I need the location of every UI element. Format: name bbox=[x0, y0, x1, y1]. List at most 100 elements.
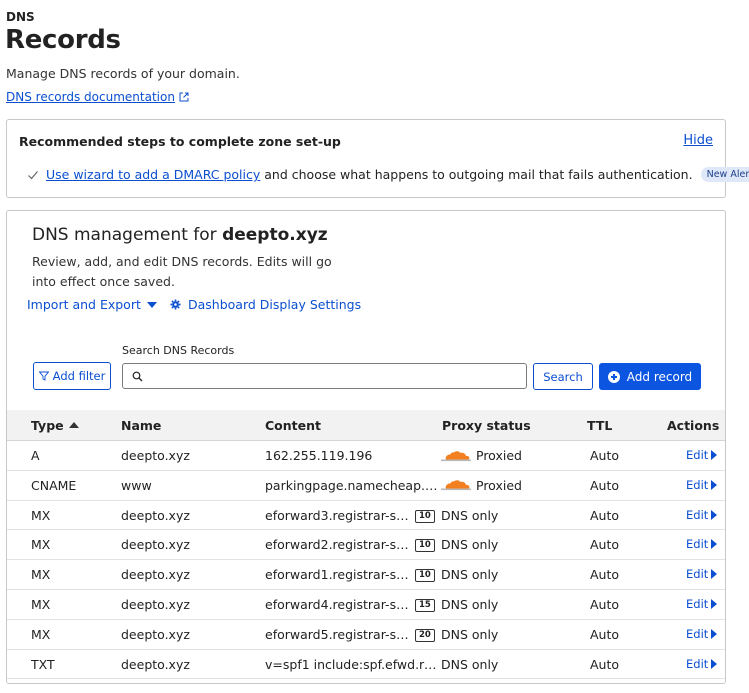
record-type: MX bbox=[31, 596, 51, 612]
proxy-status-label: DNS only bbox=[441, 567, 499, 583]
add-record-button[interactable]: Add record bbox=[599, 363, 701, 390]
column-type[interactable]: Type bbox=[31, 418, 79, 433]
record-priority: 20 bbox=[415, 628, 435, 642]
record-content: 162.255.119.196 bbox=[265, 448, 373, 463]
search-input[interactable] bbox=[149, 369, 526, 383]
page-subtitle: Manage DNS records of your domain. bbox=[6, 66, 240, 81]
column-name: Name bbox=[121, 418, 162, 433]
edit-record-button[interactable]: Edit bbox=[686, 567, 718, 582]
dmarc-wizard-link[interactable]: Use wizard to add a DMARC policy bbox=[46, 167, 260, 182]
edit-record-button[interactable]: Edit bbox=[686, 478, 718, 492]
table-row: MX deepto.xyz eforward1.registrar-ser... 10… bbox=[7, 560, 725, 590]
column-actions: Actions bbox=[667, 418, 720, 433]
edit-label: Edit bbox=[686, 596, 709, 611]
import-export-label: Import and Export bbox=[27, 297, 141, 312]
proxy-status-label: DNS only bbox=[441, 537, 499, 553]
management-domain: deepto.xyz bbox=[222, 225, 328, 245]
dns-docs-link[interactable]: DNS records documentation bbox=[6, 90, 189, 104]
search-button[interactable]: Search bbox=[533, 363, 593, 390]
proxy-status-label: Proxied bbox=[476, 448, 522, 463]
record-content: parkingpage.namecheap.com bbox=[265, 477, 441, 493]
steps-title: Recommended steps to complete zone set-u… bbox=[19, 134, 341, 149]
proxy-status: DNS only bbox=[441, 537, 498, 552]
table-row: Adeepto.xyz 162.255.119.196 Proxied Auto Edi… bbox=[7, 441, 725, 471]
record-type: CNAME bbox=[31, 477, 77, 493]
sort-ascending-icon bbox=[68, 422, 79, 428]
step-item: Use wizard to add a DMARC policy and cho… bbox=[27, 167, 749, 182]
proxied-cloud-icon bbox=[441, 450, 471, 461]
column-ttl: TTL bbox=[587, 418, 613, 433]
edit-record-button[interactable]: Edit bbox=[686, 537, 718, 552]
proxy-status: DNS only bbox=[441, 508, 498, 523]
new-alert-badge: New Alert bbox=[700, 167, 749, 182]
step-description: and choose what happens to outgoing mail… bbox=[264, 167, 693, 182]
caret-right-icon bbox=[711, 450, 718, 460]
edit-label: Edit bbox=[686, 507, 709, 522]
import-export-button[interactable]: Import and Export bbox=[27, 297, 157, 312]
management-description: Review, add, and edit DNS records. Edits… bbox=[32, 254, 332, 289]
page-title: Records bbox=[5, 25, 121, 55]
caret-down-icon bbox=[146, 301, 157, 308]
record-name: deepto.xyz bbox=[121, 567, 190, 583]
search-input-wrapper bbox=[122, 363, 527, 389]
record-ttl: Auto bbox=[590, 596, 620, 612]
add-filter-button[interactable]: Add filter bbox=[33, 362, 111, 390]
table-row: MX deepto.xyz eforward5.registrar-ser... 20… bbox=[7, 620, 725, 650]
record-type: TXT bbox=[31, 656, 55, 672]
edit-label: Edit bbox=[686, 567, 709, 582]
record-ttl: Auto bbox=[590, 537, 620, 553]
record-content: eforward2.registrar-ser... bbox=[265, 537, 411, 553]
hide-steps-link[interactable]: Hide bbox=[683, 133, 713, 148]
record-content: eforward1.registrar-ser... bbox=[265, 567, 411, 583]
add-filter-label: Add filter bbox=[52, 369, 106, 383]
proxy-status: Proxied bbox=[441, 478, 522, 493]
record-type: MX bbox=[31, 626, 51, 642]
edit-record-button[interactable]: Edit bbox=[686, 448, 718, 462]
table-header: Type Name Content Proxy status TTL Actio… bbox=[7, 410, 725, 441]
search-label: Search DNS Records bbox=[122, 344, 235, 357]
record-ttl: Auto bbox=[590, 448, 620, 463]
record-type: MX bbox=[31, 567, 51, 583]
record-type: MX bbox=[31, 507, 51, 523]
caret-right-icon bbox=[711, 569, 718, 580]
record-name: deepto.xyz bbox=[121, 448, 190, 463]
record-content: eforward4.registrar-ser... bbox=[265, 596, 411, 612]
caret-right-icon bbox=[711, 539, 718, 550]
record-ttl: Auto bbox=[590, 567, 620, 583]
record-content: eforward5.registrar-ser... bbox=[265, 626, 411, 642]
proxy-status-label: DNS only bbox=[441, 596, 499, 612]
proxy-status: Proxied bbox=[441, 448, 522, 463]
edit-record-button[interactable]: Edit bbox=[686, 657, 718, 671]
column-proxy-status: Proxy status bbox=[442, 418, 531, 433]
proxy-status: DNS only bbox=[441, 627, 498, 642]
dns-management-card: DNS management for deepto.xyz Review, ad… bbox=[6, 210, 726, 684]
edit-label: Edit bbox=[686, 626, 709, 641]
column-type-label: Type bbox=[31, 418, 64, 433]
table-row: TXT deepto.xyz v=spf1 include:spf.efwd.re.… bbox=[7, 650, 725, 680]
record-content: v=spf1 include:spf.efwd.re... bbox=[265, 656, 441, 672]
caret-right-icon bbox=[711, 479, 718, 490]
proxy-status-label: DNS only bbox=[441, 656, 499, 672]
gear-icon bbox=[170, 299, 181, 310]
edit-record-button[interactable]: Edit bbox=[686, 596, 718, 611]
caret-right-icon bbox=[711, 628, 718, 639]
edit-label: Edit bbox=[686, 448, 709, 462]
proxy-status-label: Proxied bbox=[476, 477, 522, 493]
proxy-status: DNS only bbox=[441, 597, 498, 612]
management-title: DNS management for deepto.xyz bbox=[32, 225, 328, 245]
record-name: deepto.xyz bbox=[121, 656, 190, 672]
display-settings-label: Dashboard Display Settings bbox=[188, 297, 362, 312]
record-name: deepto.xyz bbox=[121, 507, 190, 523]
caret-right-icon bbox=[711, 658, 718, 669]
table-row: CNAME www parkingpage.namecheap.com Proxied… bbox=[7, 471, 725, 501]
record-priority: 10 bbox=[415, 539, 435, 553]
proxied-cloud-icon bbox=[441, 480, 471, 491]
edit-label: Edit bbox=[686, 537, 709, 552]
edit-record-button[interactable]: Edit bbox=[686, 626, 718, 641]
table-row: MX deepto.xyz eforward2.registrar-ser... 10… bbox=[7, 530, 725, 561]
record-ttl: Auto bbox=[590, 626, 620, 642]
record-priority: 15 bbox=[415, 598, 435, 612]
edit-record-button[interactable]: Edit bbox=[686, 507, 718, 522]
display-settings-button[interactable]: Dashboard Display Settings bbox=[170, 297, 361, 312]
filter-icon bbox=[38, 371, 49, 381]
